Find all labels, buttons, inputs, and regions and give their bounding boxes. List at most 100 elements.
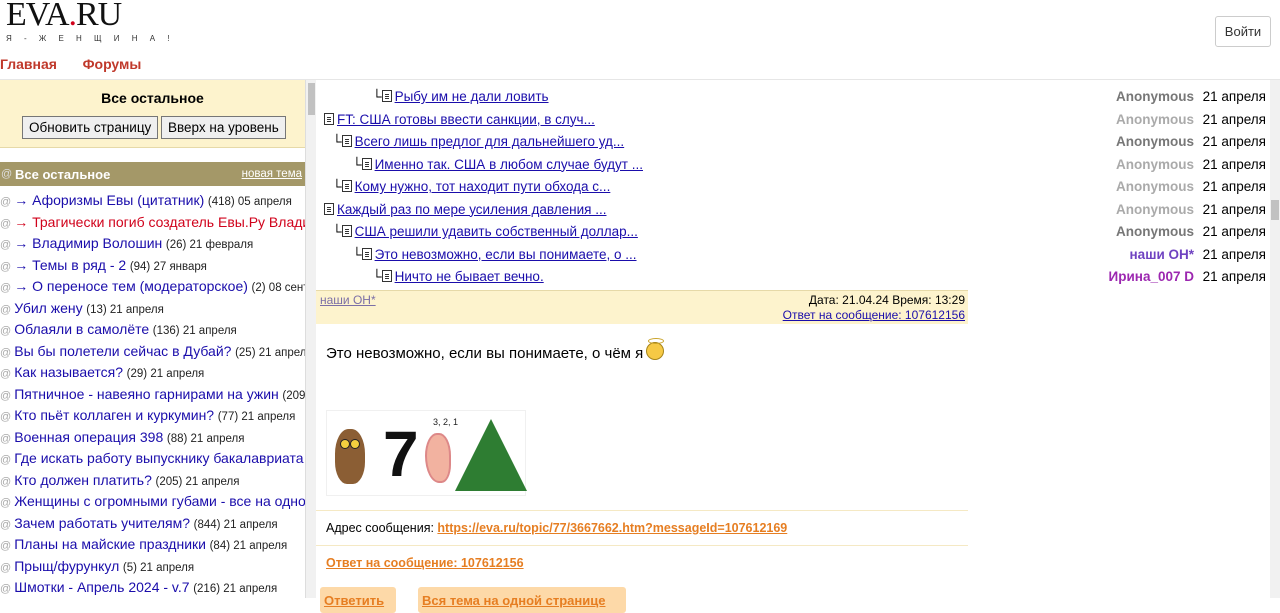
reply-button[interactable]: Ответить: [320, 587, 396, 613]
nav-home[interactable]: Главная: [0, 56, 57, 72]
thread-date: 21 апреля: [1202, 224, 1266, 239]
new-topic-link[interactable]: новая тема: [242, 168, 302, 180]
topic-link[interactable]: Кто пьёт коллаген и куркумин?: [14, 407, 214, 423]
scroll-thumb[interactable]: [1271, 200, 1279, 220]
thread-message-link[interactable]: Рыбу им не дали ловить: [395, 89, 549, 104]
document-icon: [341, 135, 352, 147]
topic-list-item[interactable]: @ Как называется? (29) 21 апреля: [0, 362, 305, 384]
login-button[interactable]: Войти: [1215, 16, 1271, 47]
topic-link[interactable]: → Темы в ряд - 2: [14, 257, 126, 273]
thread-message-link[interactable]: Всего лишь предлог для дальнейшего уд...: [355, 134, 625, 149]
thread-row[interactable]: └ Кому нужно, тот находит пути обхода с..…: [316, 176, 1270, 198]
topic-meta: (418) 05 апреля: [207, 196, 292, 208]
topic-list-item[interactable]: @ Кто пьёт коллаген и куркумин? (77) 21 …: [0, 405, 305, 427]
topic-link[interactable]: Военная операция 398: [14, 429, 163, 445]
topic-link[interactable]: Облаяли в самолёте: [14, 321, 149, 337]
topic-meta: (88) 21 апреля: [166, 432, 245, 445]
topic-link[interactable]: Пятничное - навеяно гарнирами на ужин: [14, 386, 279, 402]
thread-message-link[interactable]: Именно так. США в любом случае будут ...: [375, 157, 643, 172]
topic-link[interactable]: Прыщ/фурункул: [14, 558, 119, 574]
topic-list-panel: Все остальное Обновить страницу Вверх на…: [0, 80, 305, 598]
topic-list-item[interactable]: @ → О переносе тем (модераторское) (2) 0…: [0, 276, 305, 298]
thread-row[interactable]: └ Ничто не бывает вечно. Ирина_007 D 21 апр…: [316, 266, 1270, 288]
topic-link[interactable]: Зачем работать учителям?: [14, 515, 190, 531]
topic-list-item[interactable]: @ Кто должен платить? (205) 21 апреля: [0, 470, 305, 492]
thread-message-link[interactable]: Ничто не бывает вечно.: [395, 269, 544, 284]
topic-list-item[interactable]: @ → Владимир Волошин (26) 21 февраля: [0, 233, 305, 255]
thread-author[interactable]: Anonymous: [1116, 221, 1194, 243]
reply-to-link[interactable]: Ответ на сообщение: 107612156: [783, 308, 965, 322]
site-logo[interactable]: EVA.RU: [6, 0, 122, 32]
topic-link[interactable]: Женщины с огромными губами - все на одно…: [14, 493, 305, 509]
topic-list-item[interactable]: @ Вы бы полетели сейчас в Дубай? (25) 21…: [0, 341, 305, 363]
topic-list-item[interactable]: @ → Афоризмы Евы (цитатник) (418) 05 апр…: [0, 190, 305, 212]
owl-icon: [335, 429, 365, 484]
topic-list-item[interactable]: @ → Темы в ряд - 2 (94) 27 января: [0, 255, 305, 277]
topic-link[interactable]: → Афоризмы Евы (цитатник): [14, 192, 204, 208]
message-author[interactable]: наши ОН*: [320, 293, 376, 307]
up-level-button[interactable]: Вверх на уровень: [161, 116, 286, 139]
topic-link[interactable]: Где искать работу выпускнику бакалавриат…: [14, 450, 303, 466]
thread-message-link[interactable]: Кому нужно, тот находит пути обхода с...: [355, 179, 611, 194]
topic-link[interactable]: Вы бы полетели сейчас в Дубай?: [14, 343, 231, 359]
document-icon: [341, 180, 352, 192]
topic-list-item[interactable]: @ Зачем работать учителям? (844) 21 апре…: [0, 513, 305, 535]
thread-message-link[interactable]: Это невозможно, если вы понимаете, о ...: [375, 247, 637, 262]
refresh-button[interactable]: Обновить страницу: [22, 116, 159, 139]
topic-list-item[interactable]: @ Планы на майские праздники (84) 21 апр…: [0, 534, 305, 556]
thread-row[interactable]: Каждый раз по мере усиления давления ...…: [316, 199, 1270, 221]
topic-link[interactable]: → Трагически погиб создатель Евы.Ру Влад…: [14, 214, 305, 230]
thread-author[interactable]: Anonymous: [1116, 154, 1194, 176]
thread-author[interactable]: Anonymous: [1116, 86, 1194, 108]
thread-author[interactable]: наши ОН*: [1130, 244, 1194, 266]
thread-message-link[interactable]: Каждый раз по мере усиления давления ...: [337, 202, 606, 217]
thread-row[interactable]: └ Всего лишь предлог для дальнейшего уд..…: [316, 131, 1270, 153]
right-scrollbar[interactable]: [1270, 80, 1280, 598]
thread-row[interactable]: └ Рыбу им не дали ловить Anonymous 21 апрел…: [316, 86, 1270, 108]
topic-link[interactable]: Шмотки - Апрель 2024 - v.7: [14, 579, 189, 595]
thread-message-link[interactable]: США решили удавить собственный доллар...: [355, 224, 638, 239]
topic-list-item[interactable]: @ Шмотки - Апрель 2024 - v.7 (216) 21 ап…: [0, 577, 305, 598]
topic-list-item[interactable]: @ Женщины с огромными губами - все на од…: [0, 491, 305, 513]
panel-title: Все остальное: [101, 90, 204, 106]
topic-list-item[interactable]: @ Военная операция 398 (88) 21 апреля: [0, 427, 305, 449]
thread-date: 21 апреля: [1202, 134, 1266, 149]
message-url-link[interactable]: https://eva.ru/topic/77/3667662.htm?mess…: [437, 521, 787, 535]
topic-list-item[interactable]: @ → Трагически погиб создатель Евы.Ру Вл…: [0, 212, 305, 234]
topic-link[interactable]: Кто должен платить?: [14, 472, 152, 488]
thread-author[interactable]: Anonymous: [1116, 131, 1194, 153]
topic-link[interactable]: Как называется?: [14, 364, 123, 380]
at-icon: @: [0, 540, 15, 552]
thread-author[interactable]: Ирина_007 D: [1109, 266, 1194, 288]
topic-link[interactable]: → О переносе тем (модераторское): [14, 278, 248, 294]
thread-author[interactable]: Anonymous: [1116, 176, 1194, 198]
whole-topic-button[interactable]: Вся тема на одной странице: [418, 587, 626, 613]
branch-icon: └: [352, 156, 362, 172]
topic-link[interactable]: Убил жену: [14, 300, 82, 316]
thread-row[interactable]: FT: США готовы ввести санкции, в случ...…: [316, 109, 1270, 131]
topic-link[interactable]: Планы на майские праздники: [14, 536, 206, 552]
topic-link[interactable]: → Владимир Волошин: [14, 235, 162, 251]
thread-author[interactable]: Anonymous: [1116, 199, 1194, 221]
digit-seven: 7: [383, 418, 419, 490]
left-scrollbar[interactable]: [305, 80, 316, 598]
topic-list-item[interactable]: @ Где искать работу выпускнику бакалаври…: [0, 448, 305, 470]
thread-row[interactable]: └ Это невозможно, если вы понимаете, о ..…: [316, 244, 1270, 266]
topic-list-item[interactable]: @ Убил жену (13) 21 апреля: [0, 298, 305, 320]
thread-row[interactable]: └ Именно так. США в любом случае будут ..…: [316, 154, 1270, 176]
section-bar: @ Все остальное новая тема: [0, 162, 305, 186]
thread-date: 21 апреля: [1202, 179, 1266, 194]
document-icon: [361, 157, 372, 170]
thread-author[interactable]: Anonymous: [1116, 109, 1194, 131]
thread-row[interactable]: └ США решили удавить собственный доллар..…: [316, 221, 1270, 243]
topic-list-item[interactable]: @ Прыщ/фурункул (5) 21 апреля: [0, 556, 305, 578]
reply-to-message-link[interactable]: Ответ на сообщение: 107612156: [326, 556, 524, 570]
topic-list-item[interactable]: @ Пятничное - навеяно гарнирами на ужин …: [0, 384, 305, 406]
main-nav: Главная Форумы: [0, 56, 163, 72]
thread-date: 21 апреля: [1202, 201, 1266, 217]
scroll-thumb[interactable]: [308, 83, 315, 115]
topic-list-item[interactable]: @ Облаяли в самолёте (136) 21 апреля: [0, 319, 305, 341]
nav-forums[interactable]: Форумы: [83, 56, 142, 72]
branch-icon: └: [352, 246, 362, 262]
thread-message-link[interactable]: FT: США готовы ввести санкции, в случ...: [337, 112, 595, 127]
